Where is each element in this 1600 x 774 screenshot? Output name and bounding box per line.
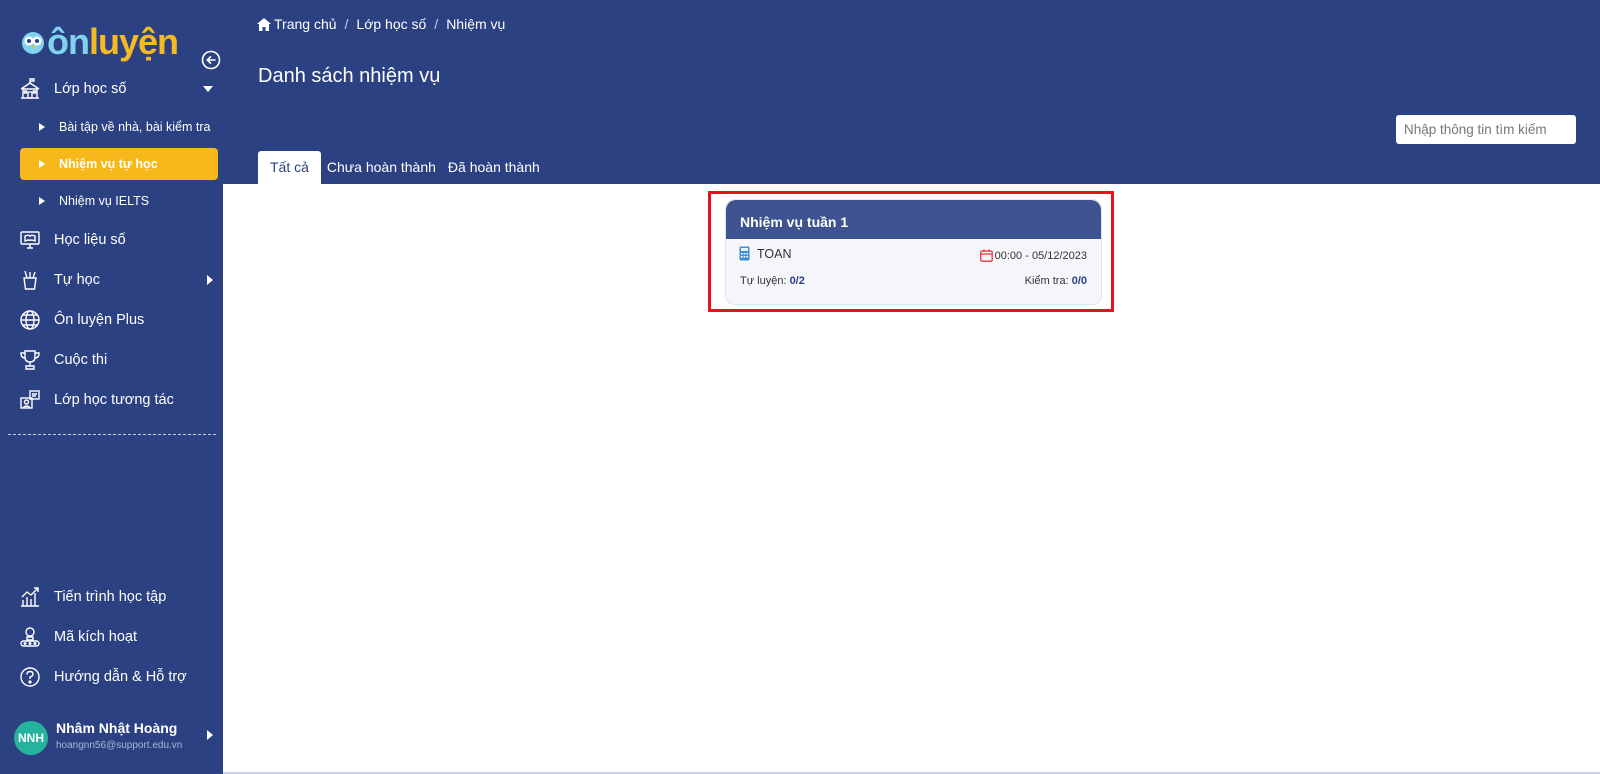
sidebar-item-tu-hoc[interactable]: Tự học [18,267,218,293]
breadcrumb-home[interactable]: Trang chủ [274,16,337,32]
sidebar-item-huong-dan[interactable]: Hướng dẫn & Hỗ trợ [18,664,218,690]
page-title: Danh sách nhiệm vụ [258,65,441,87]
task-tabs: Tất cả Chưa hoàn thành Đã hoàn thành [258,151,546,184]
tab-completed[interactable]: Đã hoàn thành [442,151,546,184]
sidebar-item-lop-hoc-tuong-tac[interactable]: Lớp học tương tác [18,387,218,413]
sidebar-subitem-bai-tap[interactable]: Bài tập về nhà, bài kiểm tra [20,111,218,143]
breadcrumb-nhiem-vu[interactable]: Nhiệm vụ [446,16,505,32]
test-label: Kiểm tra: [1024,275,1069,287]
practice-label: Tự luyện: [740,275,787,287]
school-icon [18,77,42,101]
sidebar-item-label: Mã kích hoạt [54,629,138,645]
user-email: hoangnn56@support.edu.vn [56,740,183,751]
activation-code-icon [18,625,42,649]
user-name: Nhâm Nhật Hoàng [56,720,178,736]
task-practice-stat: Tự luyện: 0/2 [740,275,805,287]
task-subject: TOAN [739,246,792,261]
chart-icon [18,585,42,609]
monitor-book-icon [18,228,42,252]
page-header: Trang chủ / Lớp học số / Nhiệm vụ Danh s… [223,0,1600,184]
task-date-label: 00:00 - 05/12/2023 [994,249,1087,262]
task-card[interactable]: Nhiệm vụ tuần 1 TOAN 00:00 - 05/12/2023 … [725,199,1102,305]
tab-all[interactable]: Tất cả [258,151,321,184]
sidebar-item-hoc-lieu-so[interactable]: Học liệu số [18,227,218,253]
bullet-triangle-icon [39,197,45,205]
sidebar-item-label: Học liệu số [54,232,126,248]
sidebar-divider [8,434,216,435]
sidebar-subitem-label: Nhiệm vụ IELTS [59,194,150,208]
sidebar-item-label: Tự học [54,272,100,288]
collapse-sidebar-icon[interactable] [201,50,221,70]
sidebar: ônluyện Lớp học số Bài tập về nhà, bài k… [0,0,223,774]
sidebar-subitem-label: Bài tập về nhà, bài kiểm tra [59,120,211,134]
globe-icon [18,308,42,332]
sidebar-item-label: Tiến trình học tập [54,589,167,605]
onluyen-logo[interactable]: ônluyện [20,21,179,62]
calendar-icon [979,249,993,262]
bullet-triangle-icon [39,123,45,131]
calculator-icon [739,246,750,261]
task-subject-label: TOAN [757,246,792,261]
user-profile[interactable]: NNH Nhâm Nhật Hoàng hoangnn56@support.ed… [14,718,219,762]
sidebar-item-on-luyen-plus[interactable]: Ôn luyện Plus [18,307,218,333]
task-title: Nhiệm vụ tuần 1 [726,200,1101,239]
chevron-right-icon [207,275,213,285]
sidebar-item-label: Cuộc thi [54,352,108,368]
owl-logo-icon [22,32,44,54]
breadcrumb-lop-hoc-so[interactable]: Lớp học số [356,16,426,32]
tab-incomplete[interactable]: Chưa hoàn thành [321,151,442,184]
help-icon [18,665,42,689]
task-date: 00:00 - 05/12/2023 [979,249,1087,262]
task-card-body: TOAN 00:00 - 05/12/2023 Tự luyện: 0/2 Ki… [726,239,1101,303]
sidebar-item-cuoc-thi[interactable]: Cuộc thi [18,347,218,373]
bullet-triangle-icon [39,160,45,168]
breadcrumb-separator: / [434,16,439,32]
avatar: NNH [14,721,48,755]
sidebar-item-tien-trinh[interactable]: Tiến trình học tập [18,584,218,610]
sidebar-subitem-nhiem-vu-ielts[interactable]: Nhiệm vụ IELTS [20,185,218,217]
search-input[interactable] [1396,115,1576,144]
home-icon [257,17,271,31]
sidebar-item-label: Lớp học số [54,81,127,97]
sidebar-subitem-nhiem-vu-tu-hoc[interactable]: Nhiệm vụ tự học [20,148,218,180]
breadcrumb-separator: / [344,16,349,32]
pencil-cup-icon [18,268,42,292]
interactive-class-icon [18,388,42,412]
task-test-stat: Kiểm tra: 0/0 [1025,275,1087,287]
trophy-icon [18,348,42,372]
sidebar-item-label: Lớp học tương tác [54,392,174,408]
sidebar-item-label: Ôn luyện Plus [54,312,145,328]
sidebar-item-label: Hướng dẫn & Hỗ trợ [54,669,187,685]
chevron-down-icon [203,86,213,92]
sidebar-item-ma-kich-hoat[interactable]: Mã kích hoạt [18,624,218,650]
sidebar-subitem-label: Nhiệm vụ tự học [59,157,158,171]
breadcrumb: Trang chủ / Lớp học số / Nhiệm vụ [257,16,505,32]
test-value: 0/0 [1071,275,1087,287]
logo-text-on: ôn [47,21,90,62]
logo-text-luyen: luyện [88,21,179,62]
sidebar-item-lop-hoc-so[interactable]: Lớp học số [18,76,218,102]
practice-value: 0/2 [789,275,805,287]
chevron-right-icon [207,730,213,740]
